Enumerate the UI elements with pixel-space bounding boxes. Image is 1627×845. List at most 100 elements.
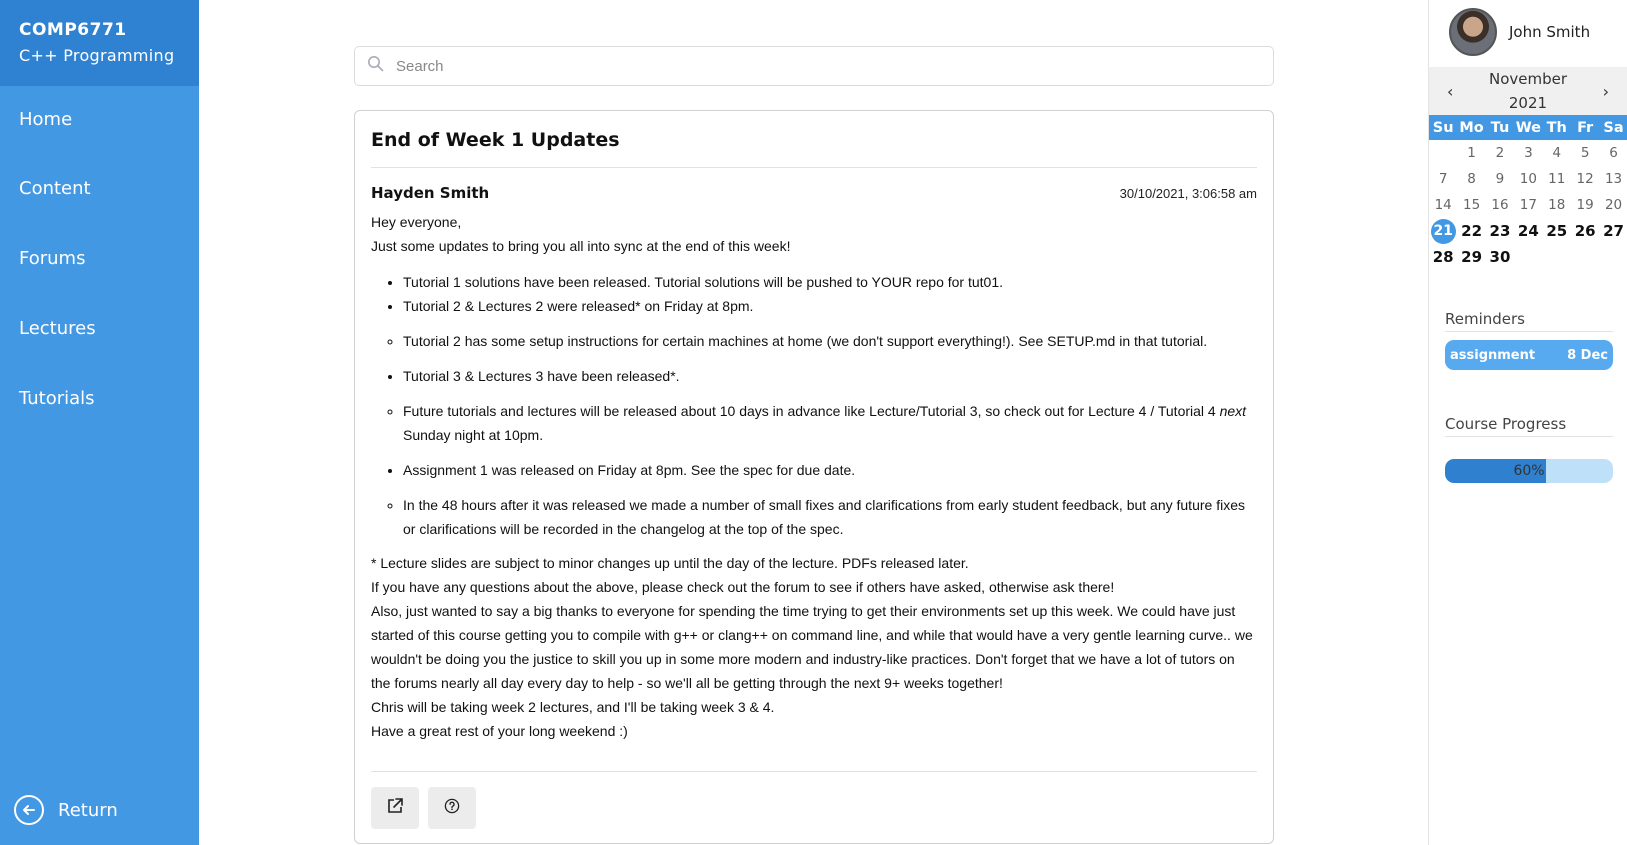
calendar-day[interactable]: 11 bbox=[1543, 171, 1571, 187]
help-icon bbox=[444, 798, 460, 819]
calendar-day[interactable]: 23 bbox=[1486, 222, 1514, 240]
post-paragraph: If you have any questions about the abov… bbox=[371, 579, 1115, 595]
reminder-item[interactable]: assignment 8 Dec bbox=[1445, 340, 1613, 370]
post-paragraph: Hey everyone, bbox=[371, 214, 462, 230]
calendar-day[interactable]: 18 bbox=[1543, 197, 1571, 213]
user-profile[interactable]: John Smith bbox=[1429, 0, 1627, 56]
calendar-day[interactable]: 30 bbox=[1486, 248, 1514, 266]
calendar-day[interactable]: 10 bbox=[1514, 171, 1542, 187]
post-card: End of Week 1 Updates Hayden Smith 30/10… bbox=[354, 110, 1274, 844]
calendar-day[interactable]: 15 bbox=[1457, 197, 1485, 213]
course-code: COMP6771 bbox=[19, 20, 127, 40]
calendar-day[interactable]: 17 bbox=[1514, 197, 1542, 213]
calendar-day[interactable]: 3 bbox=[1514, 145, 1542, 161]
calendar-day[interactable]: 27 bbox=[1599, 222, 1627, 240]
calendar-day-today[interactable]: 21 bbox=[1430, 218, 1456, 244]
list-item: Future tutorials and lectures will be re… bbox=[403, 399, 1257, 447]
nav-lectures[interactable]: Lectures bbox=[19, 318, 96, 339]
sidebar: COMP6771 C++ Programming Home Content Fo… bbox=[0, 0, 199, 845]
calendar-day[interactable]: 1 bbox=[1457, 145, 1485, 161]
app: COMP6771 C++ Programming Home Content Fo… bbox=[0, 0, 1627, 845]
user-name: John Smith bbox=[1509, 23, 1591, 41]
progress-title: Course Progress bbox=[1445, 415, 1613, 437]
post-paragraph: Also, just wanted to say a big thanks to… bbox=[371, 603, 1253, 691]
calendar-day[interactable]: 28 bbox=[1429, 248, 1457, 266]
right-panel: John Smith ‹ November 2021 › Su Mo Tu We Th F… bbox=[1428, 0, 1627, 845]
calendar-day[interactable]: 4 bbox=[1543, 145, 1571, 161]
calendar-day[interactable]: 14 bbox=[1429, 197, 1457, 213]
calendar-day[interactable]: 19 bbox=[1571, 197, 1599, 213]
reminder-label: assignment bbox=[1450, 347, 1536, 363]
progress-section: Course Progress 60% bbox=[1429, 415, 1627, 483]
calendar-day[interactable]: 12 bbox=[1571, 171, 1599, 187]
avatar bbox=[1449, 8, 1497, 56]
next-month-button[interactable]: › bbox=[1603, 82, 1609, 101]
list-item-emphasis: next bbox=[1219, 403, 1247, 419]
post-author: Hayden Smith bbox=[371, 184, 490, 202]
calendar-day[interactable]: 7 bbox=[1429, 171, 1457, 187]
search-bar bbox=[354, 46, 1274, 86]
post-paragraph: * Lecture slides are subject to minor ch… bbox=[371, 555, 969, 571]
calendar: ‹ November 2021 › Su Mo Tu We Th Fr Sa 1234567… bbox=[1429, 67, 1627, 270]
calendar-month-year: November 2021 bbox=[1489, 67, 1567, 115]
calendar-day[interactable]: 13 bbox=[1599, 171, 1627, 187]
open-external-button[interactable] bbox=[371, 787, 419, 829]
calendar-day[interactable]: 22 bbox=[1457, 222, 1485, 240]
weekday-label: Mo bbox=[1459, 119, 1484, 136]
calendar-day[interactable]: 24 bbox=[1514, 222, 1542, 240]
calendar-day[interactable]: 25 bbox=[1543, 222, 1571, 240]
external-link-icon bbox=[386, 797, 404, 820]
nav-tutorials[interactable]: Tutorials bbox=[19, 388, 95, 409]
nav-content[interactable]: Content bbox=[19, 178, 91, 199]
calendar-day[interactable]: 20 bbox=[1599, 197, 1627, 213]
return-label: Return bbox=[58, 799, 118, 821]
list-item: Assignment 1 was released on Friday at 8… bbox=[403, 458, 1257, 482]
post-paragraph: Just some updates to bring you all into … bbox=[371, 238, 791, 254]
calendar-day[interactable]: 26 bbox=[1571, 222, 1599, 240]
list-item: Tutorial 2 & Lectures 2 were released* o… bbox=[403, 294, 1257, 318]
calendar-header: ‹ November 2021 › bbox=[1429, 67, 1627, 115]
course-brand: COMP6771 C++ Programming bbox=[0, 0, 199, 86]
calendar-day[interactable]: 16 bbox=[1486, 197, 1514, 213]
search-input[interactable] bbox=[396, 57, 1256, 75]
weekday-label: Fr bbox=[1577, 119, 1594, 136]
reminders-title: Reminders bbox=[1445, 310, 1613, 332]
calendar-grid: 1 2 3 4 5 6 7 8 9 10 11 12 13 14 15 16 17 18 19 20 21 22 23 24 2… bbox=[1429, 140, 1627, 270]
calendar-day[interactable]: 5 bbox=[1571, 145, 1599, 161]
list-item: Tutorial 3 & Lectures 3 have been releas… bbox=[403, 364, 1257, 388]
progress-bar: 60% bbox=[1445, 459, 1613, 483]
weekday-label: Sa bbox=[1603, 119, 1624, 136]
return-button[interactable]: Return bbox=[14, 795, 118, 825]
post-title: End of Week 1 Updates bbox=[371, 111, 1257, 168]
post-paragraph: Have a great rest of your long weekend :… bbox=[371, 723, 628, 739]
weekday-label: Tu bbox=[1490, 119, 1510, 136]
weekday-label: Su bbox=[1432, 119, 1454, 136]
search-icon bbox=[367, 55, 384, 77]
weekday-label: Th bbox=[1546, 119, 1567, 136]
calendar-day[interactable]: 29 bbox=[1457, 248, 1485, 266]
help-button[interactable] bbox=[428, 787, 476, 829]
reminders-section: Reminders assignment 8 Dec bbox=[1429, 310, 1627, 370]
post-date: 30/10/2021, 3:06:58 am bbox=[1119, 185, 1257, 201]
prev-month-button[interactable]: ‹ bbox=[1447, 82, 1453, 101]
reminder-date: 8 Dec bbox=[1567, 347, 1608, 363]
calendar-year: 2021 bbox=[1508, 94, 1548, 112]
course-name: C++ Programming bbox=[19, 46, 175, 65]
nav-forums[interactable]: Forums bbox=[19, 248, 85, 269]
nav-home[interactable]: Home bbox=[19, 109, 72, 130]
calendar-day[interactable]: 8 bbox=[1457, 171, 1485, 187]
list-item-text: Future tutorials and lectures will be re… bbox=[403, 403, 1220, 419]
calendar-month: November bbox=[1488, 70, 1568, 88]
list-item: Tutorial 1 solutions have been released.… bbox=[403, 270, 1257, 294]
post-actions bbox=[371, 771, 1257, 829]
arrow-left-icon bbox=[14, 795, 44, 825]
post-body: Hey everyone, Just some updates to bring… bbox=[371, 210, 1257, 743]
post-list: Tutorial 1 solutions have been released.… bbox=[403, 270, 1257, 541]
post-paragraph: Chris will be taking week 2 lectures, an… bbox=[371, 699, 775, 715]
list-item-text: Sunday night at 10pm. bbox=[403, 427, 544, 443]
calendar-weekdays: Su Mo Tu We Th Fr Sa bbox=[1429, 115, 1627, 140]
calendar-day[interactable]: 6 bbox=[1599, 145, 1627, 161]
calendar-day[interactable]: 2 bbox=[1486, 145, 1514, 161]
calendar-day[interactable]: 9 bbox=[1486, 171, 1514, 187]
list-item: In the 48 hours after it was released we… bbox=[403, 493, 1257, 541]
